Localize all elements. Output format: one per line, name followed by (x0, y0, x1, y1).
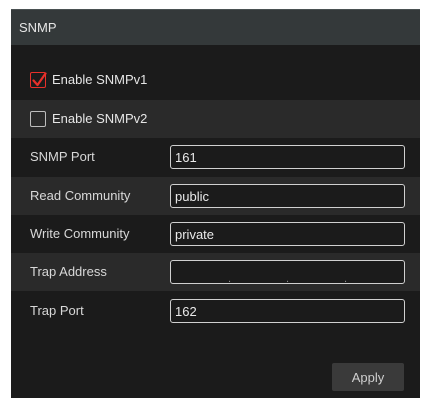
snmp-v2-row: Enable SNMPv2 (11, 100, 420, 138)
ip-separator-1: . (228, 273, 232, 285)
trap-port-label: Trap Port (30, 303, 84, 318)
read-community-row: Read Community (11, 177, 420, 215)
enable-snmpv2-label: Enable SNMPv2 (52, 111, 148, 126)
read-community-label: Read Community (30, 188, 131, 203)
trap-address-ip-input[interactable]: . . . (170, 260, 405, 285)
panel-header: SNMP (11, 9, 420, 45)
apply-button[interactable]: Apply (332, 363, 404, 391)
snmp-settings-panel: SNMP Enable SNMPv1 Enable SNMPv2 SNMP Po… (11, 9, 420, 398)
ip-separator-3: . (344, 273, 348, 285)
write-community-input[interactable] (170, 222, 405, 246)
write-community-row: Write Community (11, 215, 420, 253)
snmp-v1-row: Enable SNMPv1 (11, 61, 420, 99)
checkmark-icon (32, 72, 47, 87)
trap-address-label: Trap Address (30, 264, 107, 279)
trap-address-row: Trap Address . . . (11, 253, 420, 291)
read-community-input[interactable] (170, 184, 405, 208)
panel-title: SNMP (19, 20, 57, 35)
enable-snmpv1-checkbox[interactable] (30, 72, 47, 88)
ip-separator-2: . (286, 273, 290, 285)
write-community-label: Write Community (30, 226, 130, 241)
trap-port-row: Trap Port (11, 292, 420, 330)
trap-port-input[interactable] (170, 299, 405, 323)
snmp-port-row: SNMP Port (11, 138, 420, 176)
snmp-port-input[interactable] (170, 145, 405, 169)
enable-snmpv1-label: Enable SNMPv1 (52, 72, 148, 87)
enable-snmpv2-checkbox[interactable] (30, 111, 46, 127)
snmp-port-label: SNMP Port (30, 149, 95, 164)
